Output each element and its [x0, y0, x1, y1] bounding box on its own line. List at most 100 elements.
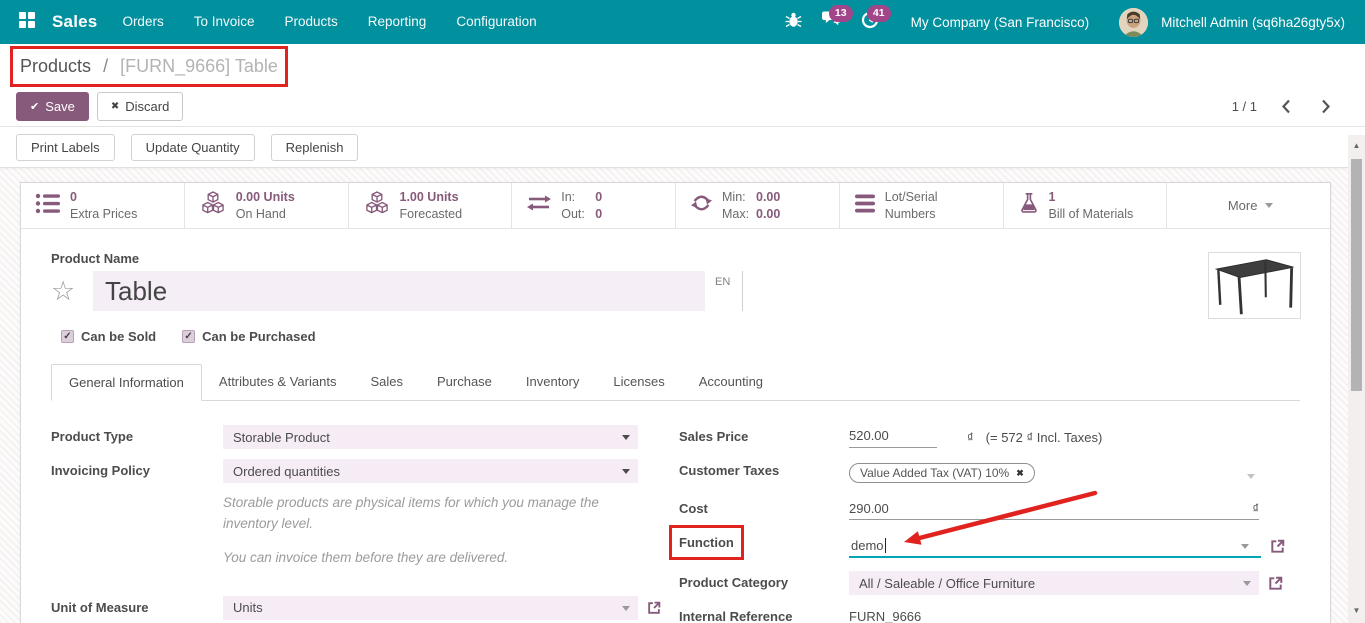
- cubes-icon: [363, 191, 391, 221]
- scroll-down-arrow-icon[interactable]: ▼: [1348, 606, 1365, 615]
- discard-button-label: Discard: [125, 99, 169, 114]
- menu-reporting[interactable]: Reporting: [353, 0, 442, 44]
- on-hand-label: On Hand: [236, 206, 295, 222]
- save-check-icon: ✔: [30, 100, 39, 113]
- save-button[interactable]: ✔ Save: [16, 92, 89, 121]
- dropdown-caret-icon[interactable]: [1241, 544, 1249, 549]
- product-type-label: Product Type: [51, 425, 223, 444]
- customer-tax-tag[interactable]: Value Added Tax (VAT) 10% ✖: [849, 463, 1035, 483]
- discard-button[interactable]: ✖ Discard: [97, 92, 183, 121]
- max-label: Max:: [722, 206, 756, 222]
- dropdown-caret-icon[interactable]: [1243, 581, 1251, 586]
- company-switcher[interactable]: My Company (San Francisco): [911, 15, 1090, 30]
- stat-more-dropdown[interactable]: More: [1167, 183, 1330, 228]
- pricelist-icon: [35, 192, 61, 220]
- breadcrumb-products-link[interactable]: Products: [20, 56, 91, 76]
- invoicing-policy-help-text-1: Storable products are physical items for…: [223, 493, 638, 535]
- invoicing-policy-select[interactable]: Ordered quantities: [223, 459, 638, 483]
- user-avatar[interactable]: [1119, 8, 1148, 37]
- incl-taxes-note: (= 572 ₫ Incl. Taxes): [986, 430, 1103, 445]
- function-input[interactable]: demo: [849, 534, 1261, 558]
- tab-licenses[interactable]: Licenses: [596, 364, 681, 401]
- product-category-external-link-icon[interactable]: [1268, 576, 1283, 591]
- activities-button[interactable]: 41: [853, 0, 887, 44]
- forecasted-value: 1.00 Units: [400, 189, 463, 205]
- stat-lot-serial[interactable]: Lot/Serial Numbers: [840, 183, 1004, 228]
- replenish-button[interactable]: Replenish: [271, 134, 359, 161]
- dropdown-caret-icon[interactable]: [1247, 474, 1255, 479]
- action-bar: Print Labels Update Quantity Replenish: [0, 127, 1365, 168]
- tab-purchase[interactable]: Purchase: [420, 364, 509, 401]
- text-cursor: [885, 538, 886, 553]
- tab-general-information[interactable]: General Information: [51, 364, 202, 401]
- form-left-column: Product Type Storable Product Invoicing …: [51, 425, 671, 623]
- favorite-star-icon[interactable]: ☆: [51, 271, 93, 311]
- currency-symbol: ₫: [967, 430, 974, 445]
- bom-label: Bill of Materials: [1049, 206, 1134, 222]
- translation-language-badge[interactable]: EN: [705, 271, 743, 311]
- page: Sales Orders To Invoice Products Reporti…: [0, 0, 1365, 623]
- product-image[interactable]: [1208, 252, 1301, 319]
- user-menu[interactable]: Mitchell Admin (sq6ha26gty5x): [1161, 15, 1345, 30]
- control-panel: Products / [FURN_9666] Table ✔ Save ✖ Di…: [0, 44, 1365, 127]
- tab-inventory[interactable]: Inventory: [509, 364, 596, 401]
- stat-bill-of-materials[interactable]: 1 Bill of Materials: [1004, 183, 1168, 228]
- function-label-annotation-box: Function: [679, 535, 734, 550]
- internal-reference-label: Internal Reference: [679, 605, 849, 623]
- product-name-input[interactable]: Table: [93, 271, 705, 311]
- menu-to-invoice[interactable]: To Invoice: [179, 0, 270, 44]
- menu-configuration[interactable]: Configuration: [441, 0, 551, 44]
- messages-button[interactable]: 13: [815, 0, 849, 44]
- function-external-link-icon[interactable]: [1270, 539, 1285, 554]
- menu-products[interactable]: Products: [270, 0, 353, 44]
- invoicing-policy-help-text-2: You can invoice them before they are del…: [223, 548, 638, 569]
- product-category-field[interactable]: All / Saleable / Office Furniture: [849, 571, 1259, 595]
- tag-remove-icon[interactable]: ✖: [1016, 468, 1024, 479]
- tab-sales[interactable]: Sales: [353, 364, 420, 401]
- menu-orders[interactable]: Orders: [107, 0, 178, 44]
- apps-menu-button[interactable]: [14, 9, 40, 35]
- stat-in-out[interactable]: In:0 Out:0: [512, 183, 676, 228]
- print-labels-button[interactable]: Print Labels: [16, 134, 115, 161]
- can-be-purchased-checkbox[interactable]: ✓ Can be Purchased: [182, 329, 315, 344]
- stat-on-hand[interactable]: 0.00 Units On Hand: [185, 183, 349, 228]
- forecasted-label: Forecasted: [400, 206, 463, 222]
- scrollbar-thumb[interactable]: [1351, 159, 1362, 391]
- tab-attributes-variants[interactable]: Attributes & Variants: [202, 364, 354, 401]
- invoicing-policy-label: Invoicing Policy: [51, 459, 223, 478]
- vertical-scrollbar[interactable]: ▲ ▼: [1348, 135, 1365, 623]
- product-name-label: Product Name: [51, 251, 1300, 266]
- dropdown-caret-icon[interactable]: [622, 606, 630, 611]
- update-quantity-button[interactable]: Update Quantity: [131, 134, 255, 161]
- in-label: In:: [561, 189, 595, 205]
- function-label: Function: [679, 531, 849, 550]
- discard-x-icon: ✖: [111, 101, 119, 112]
- uom-field[interactable]: Units: [223, 596, 638, 620]
- scroll-up-arrow-icon[interactable]: ▲: [1348, 141, 1365, 150]
- internal-reference-input[interactable]: FURN_9666: [849, 606, 1259, 623]
- pager-next-button[interactable]: [1321, 99, 1331, 114]
- lot-serial-line1: Lot/Serial: [885, 189, 938, 205]
- activities-count-badge: 41: [867, 5, 891, 22]
- pager: 1 / 1: [1232, 99, 1331, 114]
- sales-price-input[interactable]: 520.00: [849, 426, 937, 448]
- table-image: [1211, 255, 1299, 317]
- select-caret-icon: [622, 435, 630, 440]
- debug-menu-button[interactable]: [777, 0, 811, 44]
- out-label: Out:: [561, 206, 595, 222]
- lot-serial-line2: Numbers: [885, 206, 938, 222]
- product-type-select[interactable]: Storable Product: [223, 425, 638, 449]
- pager-previous-button[interactable]: [1281, 99, 1291, 114]
- product-category-label: Product Category: [679, 571, 849, 590]
- stat-reordering-rules[interactable]: Min:0.00 Max:0.00: [676, 183, 840, 228]
- cost-input[interactable]: 290.00 ₫: [849, 498, 1259, 520]
- app-name[interactable]: Sales: [52, 12, 97, 32]
- currency-symbol: ₫: [1252, 501, 1259, 516]
- form-right-column: Sales Price 520.00 ₫ (= 572 ₫ Incl. Taxe…: [671, 425, 1300, 623]
- bug-icon: [785, 12, 802, 33]
- uom-external-link-icon[interactable]: [647, 601, 661, 615]
- can-be-sold-checkbox[interactable]: ✓ Can be Sold: [61, 329, 156, 344]
- stat-extra-prices[interactable]: 0 Extra Prices: [21, 183, 185, 228]
- stat-forecasted[interactable]: 1.00 Units Forecasted: [349, 183, 513, 228]
- tab-accounting[interactable]: Accounting: [682, 364, 780, 401]
